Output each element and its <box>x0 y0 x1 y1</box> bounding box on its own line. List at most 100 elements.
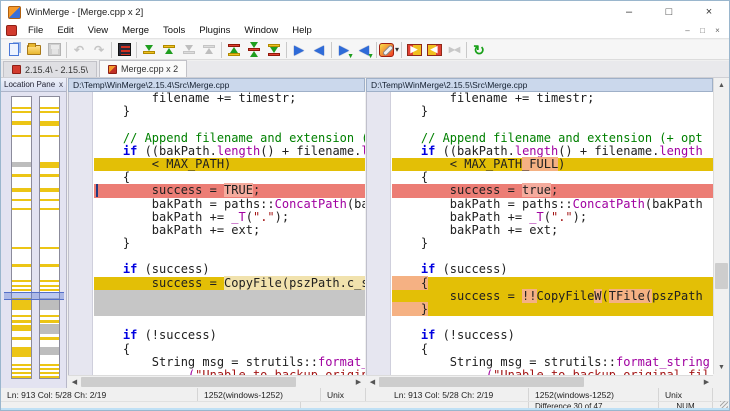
main-area: Location Pane x D:\Temp\WinMerge\2.15.4\… <box>1 78 729 388</box>
location-bar-left[interactable] <box>11 96 32 379</box>
scroll-left-arrow[interactable]: ◀ <box>366 376 379 388</box>
diff-stripe <box>12 135 31 137</box>
previous-difference-button[interactable] <box>159 41 179 59</box>
diff-stripe <box>12 162 31 167</box>
minimize-button[interactable]: – <box>609 1 649 23</box>
mdi-restore-button[interactable]: □ <box>695 25 710 37</box>
menu-item-file[interactable]: File <box>21 23 50 38</box>
copy-all-right-button[interactable]: ▶ <box>404 41 424 59</box>
copy-right-button[interactable]: ▶ <box>289 41 309 59</box>
mdi-minimize-button[interactable]: – <box>680 25 695 37</box>
right-status-eol: Unix <box>659 388 713 401</box>
horizontal-scroll-thumb[interactable] <box>379 377 584 387</box>
selection-margin <box>69 92 93 375</box>
arrow-right-advance-icon: ▶▼ <box>339 43 349 56</box>
code-area[interactable]: filename += timestr; } // Append filenam… <box>94 92 365 375</box>
open-button[interactable] <box>24 41 44 59</box>
diff-stripe <box>40 320 59 323</box>
tab-file-compare[interactable]: Merge.cpp x 2 <box>99 60 187 77</box>
left-file-pane: D:\Temp\WinMerge\2.15.4\Src\Merge.cpp fi… <box>68 78 365 388</box>
refresh-button[interactable]: ↻ <box>469 41 489 59</box>
toolbar-separator <box>136 42 137 58</box>
options-button[interactable]: ▾ <box>379 41 399 59</box>
diff-stripe <box>40 188 59 192</box>
status-spacer <box>713 388 730 401</box>
redo-icon: ↷ <box>94 44 104 56</box>
save-button <box>44 41 64 59</box>
diff-stripe <box>12 208 31 210</box>
horizontal-scrollbar[interactable]: ◀▶ <box>68 375 365 388</box>
diff-stripe <box>12 121 31 125</box>
auto-merge-icon: ▶◀ <box>449 45 459 54</box>
scroll-right-arrow[interactable]: ▶ <box>700 376 713 388</box>
code-line: } <box>94 237 365 250</box>
code-line: success = CopyFile(pszPath.c_str(), <box>94 277 365 290</box>
winmerge-icon <box>108 65 117 74</box>
new-file-button[interactable] <box>4 41 24 59</box>
mdi-close-button[interactable]: × <box>710 25 725 37</box>
tab-folder-compare[interactable]: 2.15.4\ - 2.15.5\ <box>3 61 97 77</box>
document-icon <box>6 25 17 36</box>
menu-item-plugins[interactable]: Plugins <box>192 23 237 38</box>
scroll-down-arrow[interactable]: ▼ <box>714 360 729 374</box>
code-area[interactable]: filename += timestr; } // Append filenam… <box>392 92 713 375</box>
diff-stripe <box>12 111 31 113</box>
left-status-position: Ln: 913 Col: 5/28 Ch: 2/19 <box>1 388 198 401</box>
text-cursor <box>96 184 98 197</box>
diff-stripe <box>40 264 59 267</box>
diff-stripe <box>40 280 59 282</box>
code-line: if (success) <box>392 263 713 276</box>
copy-left-advance-button[interactable]: ◀▼ <box>354 41 374 59</box>
next-difference-button[interactable] <box>139 41 159 59</box>
horizontal-scrollbar[interactable]: ◀▶ <box>366 375 713 388</box>
menu-item-edit[interactable]: Edit <box>50 23 80 38</box>
vertical-scrollbar[interactable]: ▲ ▼ <box>713 78 729 374</box>
location-bar-right[interactable] <box>39 96 60 379</box>
code-line <box>94 303 365 316</box>
code-line: success = !!CopyFileW(TFile(pszPath <box>392 290 713 303</box>
close-button[interactable]: × <box>689 1 729 23</box>
diff-stripe <box>40 162 59 168</box>
menu-item-tools[interactable]: Tools <box>156 23 192 38</box>
toolbar-separator <box>286 42 287 58</box>
diff-stripe <box>40 174 59 177</box>
resize-grip[interactable] <box>720 401 728 408</box>
open-folder-icon <box>27 45 41 55</box>
right-status-codepage: 1252(windows-1252) <box>529 388 659 401</box>
horizontal-scroll-thumb[interactable] <box>81 377 296 387</box>
scroll-up-arrow[interactable]: ▲ <box>714 78 729 92</box>
menu-item-view[interactable]: View <box>81 23 115 38</box>
code-editor[interactable]: filename += timestr; } // Append filenam… <box>366 92 713 375</box>
maximize-button[interactable]: □ <box>649 1 689 23</box>
menu-item-window[interactable]: Window <box>237 23 285 38</box>
scroll-left-arrow[interactable]: ◀ <box>68 376 81 388</box>
location-pane: Location Pane x <box>1 78 67 388</box>
first-difference-button[interactable] <box>224 41 244 59</box>
code-line: if (!success) <box>94 329 365 342</box>
diff-stripe <box>40 324 59 334</box>
code-line: filename += timestr; <box>392 92 713 105</box>
save-icon <box>48 43 61 56</box>
diff-stripe <box>40 111 59 113</box>
tab-bar: 2.15.4\ - 2.15.5\Merge.cpp x 2 <box>1 61 729 78</box>
menu-item-merge[interactable]: Merge <box>115 23 156 38</box>
undo-button: ↶ <box>69 41 89 59</box>
view-context-button[interactable] <box>114 41 134 59</box>
location-view-band[interactable] <box>4 292 64 300</box>
diff-stripe <box>12 376 31 378</box>
location-pane-close-icon[interactable]: x <box>59 80 63 89</box>
code-editor[interactable]: filename += timestr; } // Append filenam… <box>68 92 365 375</box>
vertical-scroll-thumb[interactable] <box>715 263 728 289</box>
dropdown-caret-icon[interactable]: ▾ <box>395 45 399 54</box>
copy-right-advance-button[interactable]: ▶▼ <box>334 41 354 59</box>
copy-all-left-button[interactable]: ◀ <box>424 41 444 59</box>
diff-stripe <box>40 107 59 109</box>
toolbar-separator <box>401 42 402 58</box>
title-bar: WinMerge - [Merge.cpp x 2] – □ × <box>1 1 729 23</box>
menu-item-help[interactable]: Help <box>285 23 319 38</box>
scroll-right-arrow[interactable]: ▶ <box>352 376 365 388</box>
diff-stripe <box>12 199 31 201</box>
current-difference-button[interactable] <box>244 41 264 59</box>
last-difference-button[interactable] <box>264 41 284 59</box>
copy-left-button[interactable]: ◀ <box>309 41 329 59</box>
